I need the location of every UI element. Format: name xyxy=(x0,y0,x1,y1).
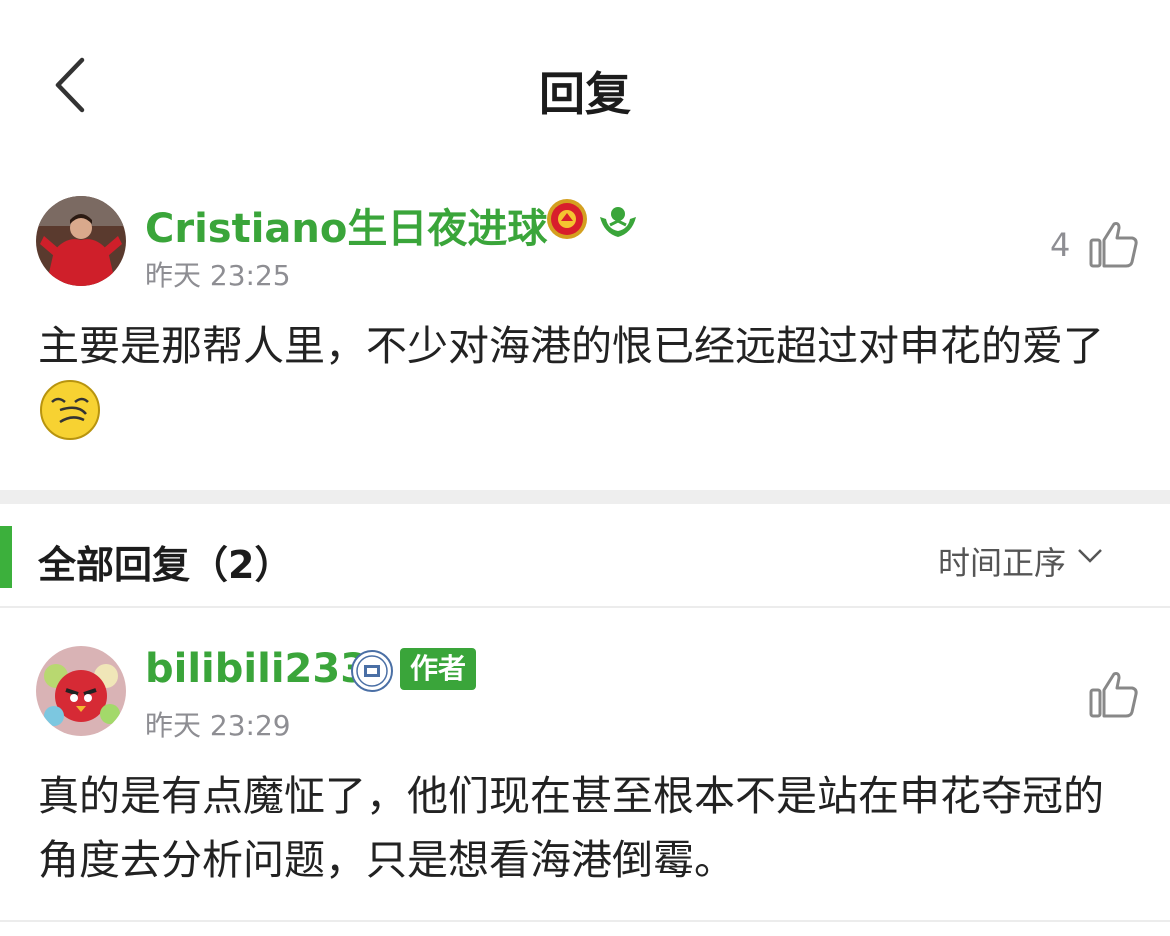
like-button[interactable] xyxy=(1088,218,1140,270)
reply-content: 真的是有点魔怔了，他们现在甚至根本不是站在申花夺冠的角度去分析问题，只是想看海港… xyxy=(38,772,1104,884)
reply-time: 昨天 23:29 xyxy=(145,709,291,742)
comment-time: 昨天 23:25 xyxy=(145,259,291,292)
chevron-down-icon[interactable] xyxy=(1076,546,1104,566)
club-crest-icon xyxy=(351,650,393,692)
smirk-emoji-icon xyxy=(40,380,100,440)
author-tag: 作者 xyxy=(400,648,477,690)
comment-text: 主要是那帮人里，不少对海港的恨已经远超过对申花的爱了 xyxy=(38,322,1104,370)
avatar[interactable] xyxy=(36,646,126,736)
username[interactable]: bilibili233 xyxy=(145,646,368,692)
comment-content: 主要是那帮人里，不少对海港的恨已经远超过对申花的爱了 xyxy=(38,314,1128,446)
section-accent-bar xyxy=(0,526,12,588)
section-separator xyxy=(0,490,1170,504)
thumbs-up-icon xyxy=(1089,672,1138,718)
thumbs-up-icon xyxy=(1089,222,1138,268)
sort-label[interactable]: 时间正序 xyxy=(938,538,1066,584)
divider xyxy=(0,606,1170,608)
nav-bar: 回复 xyxy=(0,0,1170,180)
club-badge-icon xyxy=(600,207,636,237)
divider xyxy=(0,920,1170,922)
like-count: 4 xyxy=(1050,226,1071,264)
avatar[interactable] xyxy=(36,196,126,286)
like-button[interactable] xyxy=(1088,668,1140,720)
page-title: 回复 xyxy=(539,67,631,121)
manchester-united-badge-icon xyxy=(547,199,587,239)
replies-section-title: 全部回复（2） xyxy=(38,543,293,587)
username[interactable]: Cristiano生日夜进球 xyxy=(145,196,547,254)
